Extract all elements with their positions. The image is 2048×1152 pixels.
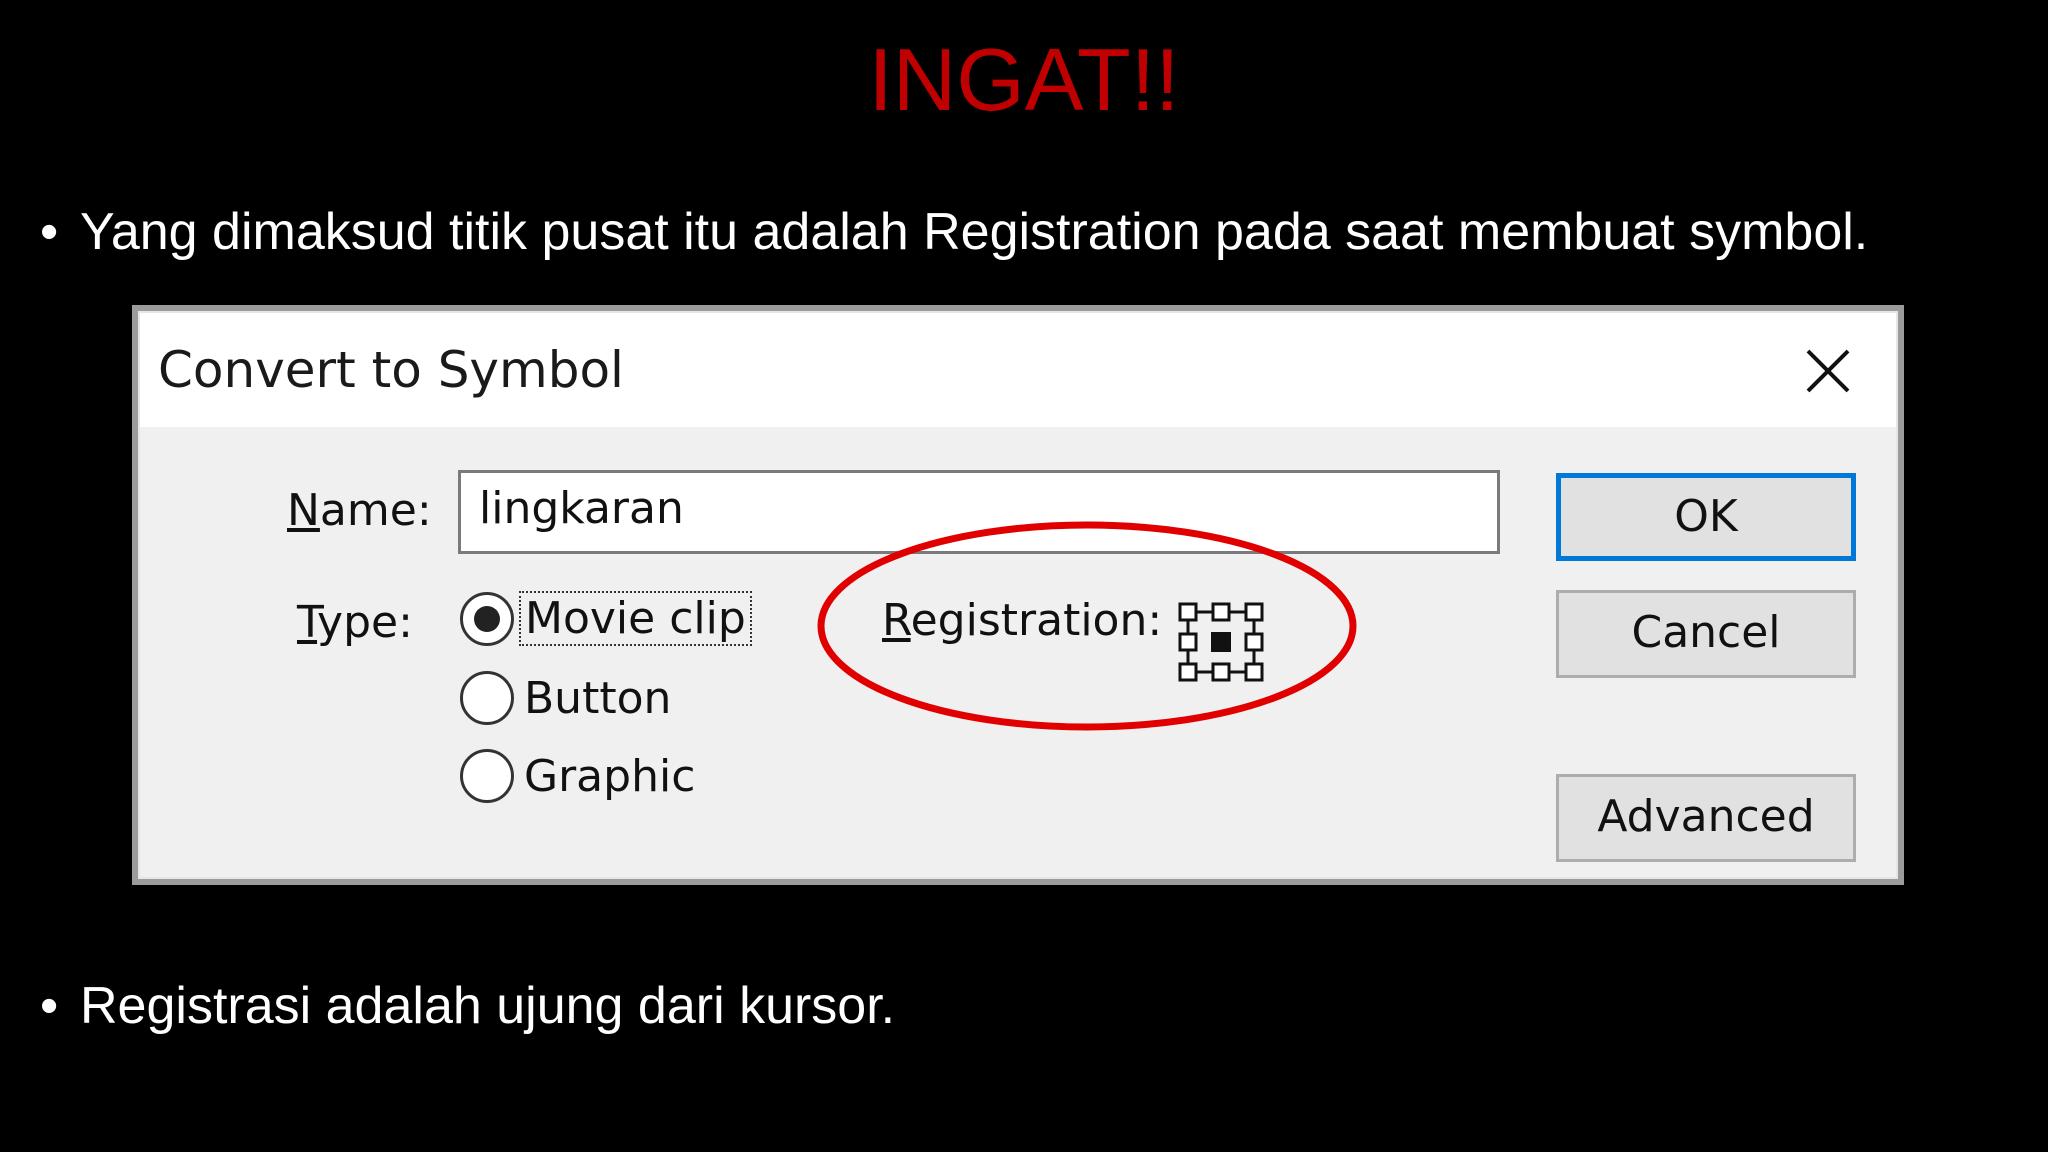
type-label: Type:: [297, 597, 413, 648]
button-type-label[interactable]: Button: [524, 673, 671, 724]
convert-to-symbol-dialog: Convert to Symbol Name: lingkaran Type: …: [138, 311, 1898, 879]
bullet-marker: •: [40, 977, 59, 1035]
cancel-button[interactable]: Cancel: [1556, 590, 1856, 678]
graphic-radio[interactable]: [460, 749, 514, 803]
graphic-type-label[interactable]: Graphic: [524, 751, 695, 802]
advanced-button[interactable]: Advanced: [1556, 774, 1856, 862]
bullet-text: Yang dimaksud titik pusat itu adalah Reg…: [80, 203, 1869, 261]
movie-clip-radio[interactable]: [460, 592, 514, 646]
slide-title: INGAT!!: [868, 30, 1180, 129]
ok-button[interactable]: OK: [1556, 473, 1856, 561]
name-label: Name:: [287, 485, 432, 536]
bullet-marker: •: [40, 203, 59, 261]
movie-clip-label[interactable]: Movie clip: [519, 591, 752, 646]
bullet-text: Registrasi adalah ujung dari kursor.: [80, 977, 896, 1035]
dialog-titlebar[interactable]: Convert to Symbol: [140, 313, 1896, 427]
dialog-title: Convert to Symbol: [158, 341, 624, 399]
red-annotation-ellipse: [817, 521, 1357, 731]
convert-to-symbol-dialog-frame: Convert to Symbol Name: lingkaran Type: …: [132, 305, 1904, 885]
bullet-point-1: • Yang dimaksud titik pusat itu adalah Re…: [40, 200, 1868, 264]
button-radio[interactable]: [460, 671, 514, 725]
bullet-point-2: • Registrasi adalah ujung dari kursor.: [40, 974, 895, 1038]
close-icon[interactable]: [1800, 343, 1856, 399]
